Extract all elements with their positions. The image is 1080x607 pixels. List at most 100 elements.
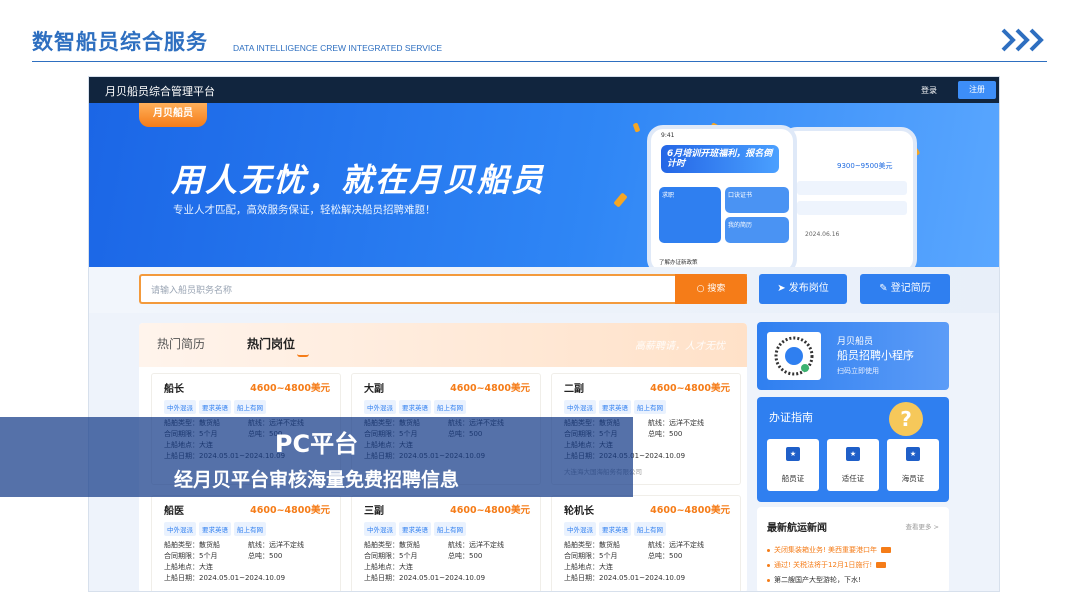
mini-program-hint: 扫码立即使用 <box>837 367 879 375</box>
job-tag: 船上有网 <box>234 522 266 536</box>
job-title: 三副 <box>364 506 384 517</box>
active-tab-indicator <box>297 354 309 357</box>
job-place: 上船地点：大连 <box>564 563 613 571</box>
job-ship-type: 船舶类型：散货船 <box>564 541 620 549</box>
job-tag: 要求英语 <box>399 522 431 536</box>
tab-header: 热门简历 热门岗位 高薪聘请，人才无忧 <box>139 323 747 367</box>
job-tag: 船上有网 <box>634 400 666 414</box>
question-mark-icon: ? <box>889 402 923 436</box>
certificate-icon: ★ <box>846 447 860 461</box>
job-tag: 要求英语 <box>399 400 431 414</box>
news-item[interactable]: 通过! 关税法将于12月1日施行! <box>767 560 887 570</box>
shipping-news-card: 最新航运新闻 查看更多 > 关闭集装箱业务! 美西重要港口年 通过! 关税法将于… <box>757 507 949 591</box>
overlay-subtitle: 经月贝平台审核海量免费招聘信息 <box>173 469 459 491</box>
job-title: 轮机长 <box>564 506 594 517</box>
phone-job-card-label: 求职 <box>662 192 675 199</box>
slide-divider <box>32 61 1047 62</box>
job-term: 合同期限：5个月 <box>364 552 418 560</box>
phone-footer-text: 了解办证新政策 <box>659 260 698 266</box>
job-term: 合同期限：5个月 <box>164 552 218 560</box>
phone-mockup-front: 9:41 6月培训开班福利，报名倒计时 求职 口诀证书 我的简历 了解办证新政策 <box>647 125 797 267</box>
news-title: 最新航运新闻 <box>767 523 827 534</box>
search-input[interactable]: 请输入船员职务名称 <box>139 274 747 304</box>
top-navbar: 月贝船员综合管理平台 登录 注册 <box>89 77 999 103</box>
job-tag: 要求英语 <box>599 522 631 536</box>
bullet-icon <box>767 578 770 582</box>
job-tag: 要求英语 <box>599 400 631 414</box>
job-card[interactable]: 三副 4600~4800美元 中外混派 要求英语 船上有网 船舶类型：散货船 航线：远洋不定… <box>351 495 541 591</box>
job-title: 船长 <box>164 384 184 395</box>
qr-code[interactable] <box>767 332 821 380</box>
confetti-shape <box>613 192 628 208</box>
platform-name: 月贝船员综合管理平台 <box>105 85 215 98</box>
publish-job-button[interactable]: ➤ 发布岗位 <box>759 274 847 304</box>
job-ship-type: 船舶类型：散货船 <box>164 541 220 549</box>
register-button[interactable]: 注册 <box>958 81 996 99</box>
register-resume-button[interactable]: ✎ 登记简历 <box>860 274 950 304</box>
bullet-icon <box>767 548 770 552</box>
mini-program-brand: 月贝船员 <box>837 337 874 347</box>
job-tags: 中外混派 要求英语 船上有网 <box>564 400 666 414</box>
job-tonnage: 总吨：500 <box>648 430 683 438</box>
job-tag: 船上有网 <box>434 400 466 414</box>
certificate-icon: ★ <box>906 447 920 461</box>
search-button[interactable]: ○ 搜索 <box>675 274 747 304</box>
news-item-text: 通过! 关税法将于12月1日施行! <box>774 561 873 569</box>
hot-badge-icon <box>881 547 892 553</box>
job-card[interactable]: 船医 4600~4800美元 中外混派 要求英语 船上有网 船舶类型：散货船 航线：远洋不定… <box>151 495 341 591</box>
platform-screenshot: 月贝船员综合管理平台 登录 注册 月贝船员 用人无忧，就在月贝船员 专业人才匹配… <box>88 76 1000 592</box>
news-more-link[interactable]: 查看更多 > <box>905 521 939 531</box>
phone-time: 9:41 <box>661 132 675 139</box>
phone-mockup-back: 9300~9500美元 2024.06.16 <box>781 127 917 267</box>
slide-title: 数智船员综合服务 <box>32 30 208 54</box>
job-tag: 中外混派 <box>564 522 596 536</box>
phone-cert-card: 口诀证书 <box>725 187 789 213</box>
overlay-title: PC平台 <box>274 430 359 458</box>
guide-item-label: 船员证 <box>781 474 805 483</box>
publish-job-label: 发布岗位 <box>788 283 829 294</box>
phone-resume-card: 我的简历 <box>725 217 789 243</box>
guide-item-label: 适任证 <box>841 474 865 483</box>
guide-item-seaman-card[interactable]: ★ 船员证 <box>767 439 819 491</box>
tab-hot-resumes[interactable]: 热门简历 <box>157 335 205 352</box>
edit-icon: ✎ <box>879 283 891 294</box>
search-placeholder: 请输入船员职务名称 <box>151 286 233 296</box>
tab-hot-jobs[interactable]: 热门岗位 <box>247 335 295 352</box>
job-title: 二副 <box>564 384 584 395</box>
mini-program-card[interactable]: 月贝船员 船员招聘小程序 扫码立即使用 <box>757 322 949 390</box>
job-title: 大副 <box>364 384 384 395</box>
job-tags: 中外混派 要求英语 船上有网 <box>164 522 266 536</box>
job-tag: 中外混派 <box>364 400 396 414</box>
news-item[interactable]: 第二艘国产大型游轮，下水! <box>767 575 861 585</box>
job-date: 上船日期：2024.05.01~2024.10.09 <box>364 574 486 582</box>
job-tonnage: 总吨：500 <box>648 552 683 560</box>
phone-date-text: 2024.06.16 <box>805 231 840 238</box>
job-salary: 4600~4800美元 <box>450 505 530 516</box>
news-item[interactable]: 关闭集装箱业务! 美西重要港口年 <box>767 545 892 555</box>
job-tonnage: 总吨：500 <box>448 552 483 560</box>
job-ship-type: 船舶类型：散货船 <box>364 541 420 549</box>
news-item-text: 第二艘国产大型游轮，下水! <box>774 576 861 584</box>
send-icon: ➤ <box>777 283 789 294</box>
job-tags: 中外混派 要求英语 船上有网 <box>164 400 266 414</box>
job-salary: 4600~4800美元 <box>250 383 330 394</box>
register-resume-label: 登记简历 <box>890 283 931 294</box>
job-salary: 4600~4800美元 <box>650 505 730 516</box>
caption-overlay: PC平台 经月贝平台审核海量免费招聘信息 <box>0 417 633 497</box>
hot-badge-icon <box>876 562 887 568</box>
job-salary: 4600~4800美元 <box>250 505 330 516</box>
job-tag: 船上有网 <box>434 522 466 536</box>
job-route: 航线：远洋不定线 <box>648 419 704 427</box>
login-link[interactable]: 登录 <box>921 85 937 96</box>
guide-item-competency-cert[interactable]: ★ 适任证 <box>827 439 879 491</box>
job-route: 航线：远洋不定线 <box>648 541 704 549</box>
job-tonnage: 总吨：500 <box>248 552 283 560</box>
phone-job-card: 求职 <box>659 187 721 243</box>
guide-item-seafarer-passport[interactable]: ★ 海员证 <box>887 439 939 491</box>
slide-subtitle: DATA INTELLIGENCE CREW INTEGRATED SERVIC… <box>233 43 443 53</box>
phone-promo-banner: 6月培训开班福利，报名倒计时 <box>661 145 779 173</box>
job-place: 上船地点：大连 <box>164 563 213 571</box>
job-card[interactable]: 轮机长 4600~4800美元 中外混派 要求英语 船上有网 船舶类型：散货船 航线：远洋不… <box>551 495 741 591</box>
job-term: 合同期限：5个月 <box>564 552 618 560</box>
phone-list-row <box>797 181 907 195</box>
